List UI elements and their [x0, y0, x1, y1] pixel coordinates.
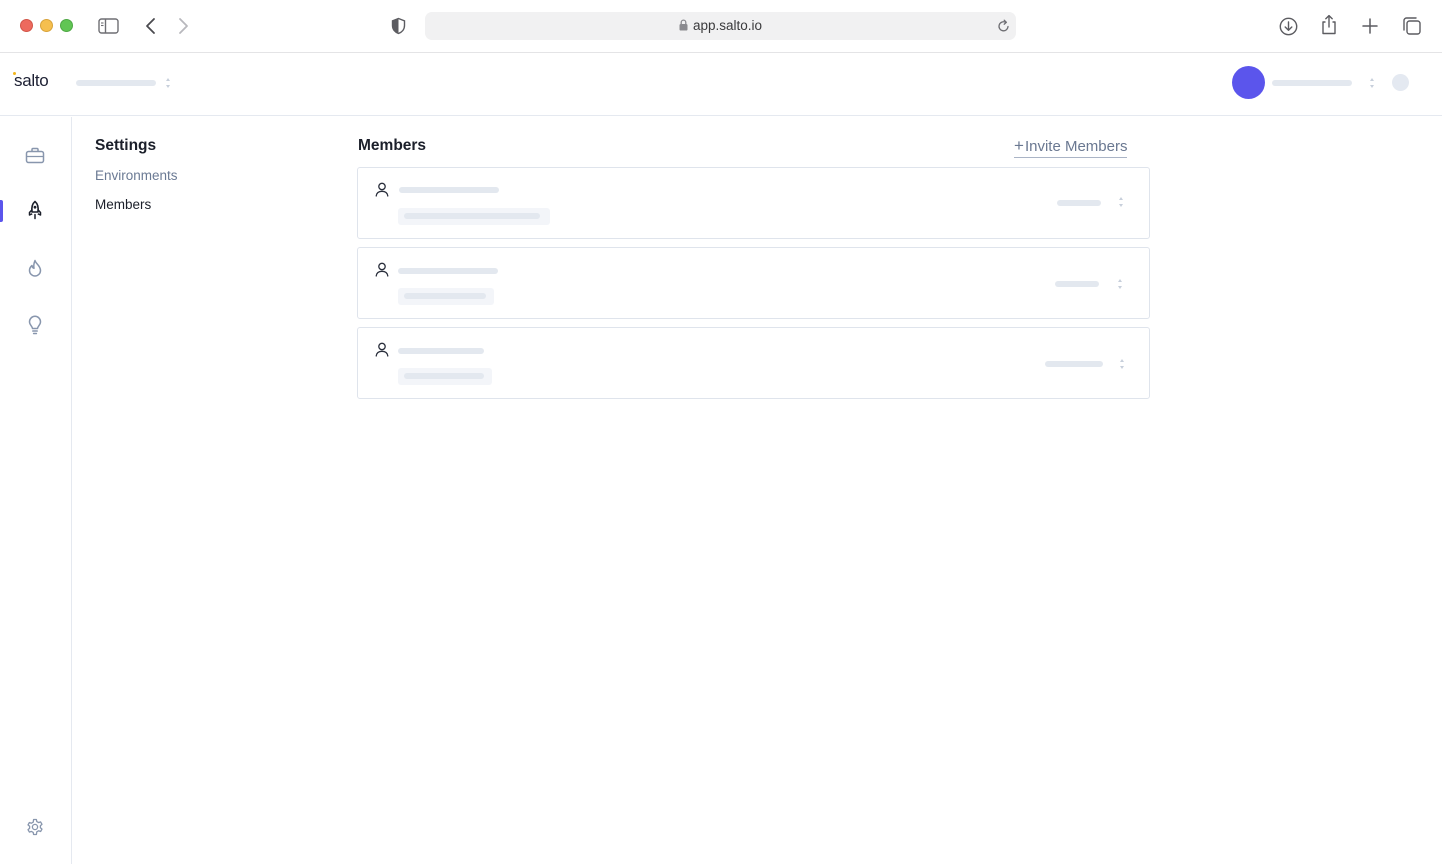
person-icon	[375, 182, 389, 197]
url-text: app.salto.io	[692, 18, 763, 33]
role-stepper-icon[interactable]	[1119, 358, 1125, 370]
page-title: Members	[358, 137, 427, 154]
account-name-placeholder	[1272, 80, 1352, 86]
tabs-overview-icon[interactable]	[1402, 17, 1421, 35]
reload-icon[interactable]	[997, 19, 1010, 33]
settings-title: Settings	[95, 137, 157, 154]
member-row[interactable]	[357, 327, 1150, 399]
browser-toolbar: app.salto.io	[0, 0, 1442, 53]
back-icon[interactable]	[145, 17, 157, 35]
status-indicator[interactable]	[1392, 74, 1409, 91]
member-role-placeholder	[1045, 361, 1103, 367]
lock-icon	[679, 19, 688, 31]
plus-icon: +	[1014, 136, 1024, 155]
rail-item-briefcase[interactable]	[22, 142, 48, 168]
logo-text: salto	[14, 71, 49, 90]
forward-icon[interactable]	[177, 17, 189, 35]
app-header: salto	[0, 54, 1442, 116]
rocket-icon	[28, 200, 42, 220]
workspace-name-placeholder	[76, 80, 156, 86]
address-bar[interactable]: app.salto.io	[425, 12, 1016, 40]
rail-item-rocket[interactable]	[22, 197, 48, 223]
role-stepper-icon[interactable]	[1117, 278, 1123, 290]
account-stepper-icon	[1369, 77, 1375, 89]
briefcase-icon	[25, 147, 45, 163]
sidebar-toggle-icon[interactable]	[98, 18, 119, 34]
person-icon	[375, 262, 389, 277]
member-row[interactable]	[357, 247, 1150, 319]
member-role-placeholder	[1057, 200, 1101, 206]
member-email-placeholder-line	[404, 373, 484, 379]
settings-rail-button[interactable]	[22, 814, 48, 840]
invite-members-label: Invite Members	[1024, 138, 1128, 155]
member-name-placeholder	[399, 187, 499, 193]
invite-members-button[interactable]: +Invite Members	[1014, 136, 1128, 158]
download-icon[interactable]	[1279, 17, 1298, 36]
lightbulb-icon	[28, 315, 42, 335]
minimize-window-button[interactable]	[40, 19, 53, 32]
member-name-placeholder	[398, 268, 498, 274]
gear-icon	[27, 818, 43, 836]
member-email-placeholder-line	[404, 213, 540, 219]
settings-nav-members[interactable]: Members	[95, 197, 151, 212]
member-row[interactable]	[357, 167, 1150, 239]
member-role-placeholder	[1055, 281, 1099, 287]
rail-item-lightbulb[interactable]	[22, 312, 48, 338]
rail-active-indicator	[0, 200, 3, 222]
role-stepper-icon[interactable]	[1118, 196, 1124, 208]
member-email-placeholder-line	[404, 293, 486, 299]
workspace-stepper-icon	[165, 77, 171, 89]
logo-dot	[13, 72, 16, 75]
shield-icon[interactable]	[391, 17, 406, 35]
settings-nav-environments[interactable]: Environments	[95, 168, 178, 183]
rail-item-flame[interactable]	[22, 255, 48, 281]
flame-icon	[28, 259, 42, 277]
zoom-window-button[interactable]	[60, 19, 73, 32]
salto-logo[interactable]: salto	[13, 71, 49, 91]
person-icon	[375, 342, 389, 357]
avatar[interactable]	[1232, 66, 1265, 99]
new-tab-icon[interactable]	[1362, 18, 1378, 34]
close-window-button[interactable]	[20, 19, 33, 32]
share-icon[interactable]	[1321, 14, 1337, 35]
icon-rail	[0, 117, 72, 864]
member-name-placeholder	[398, 348, 484, 354]
